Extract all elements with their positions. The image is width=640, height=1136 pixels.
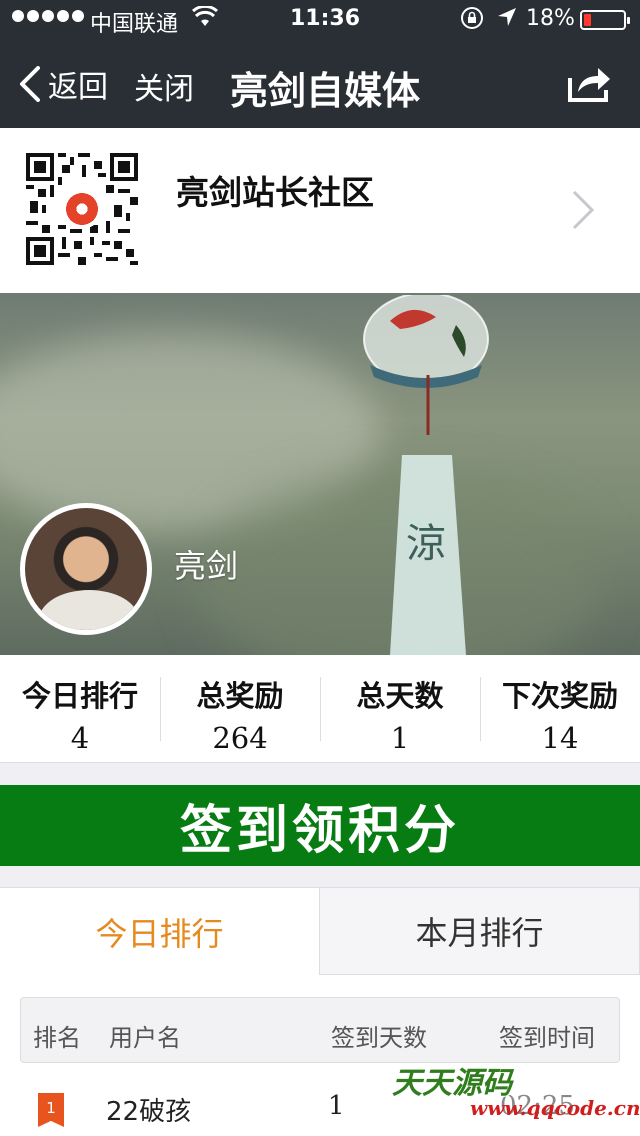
chevron-right-icon bbox=[572, 190, 595, 230]
row-days: 1 bbox=[328, 1091, 345, 1121]
wind-chime-image: 涼 bbox=[363, 295, 489, 655]
back-button[interactable]: 返回 bbox=[18, 62, 108, 106]
signal-strength-icon bbox=[12, 10, 84, 22]
location-arrow-icon bbox=[496, 6, 518, 33]
table-header: 排名 用户名 签到天数 签到时间 bbox=[20, 997, 620, 1063]
stat-total-days: 总天数 1 bbox=[320, 655, 480, 762]
page-title: 亮剑自媒体 bbox=[230, 69, 421, 113]
account-row[interactable]: 亮剑站长社区 bbox=[0, 128, 640, 293]
column-header-days: 签到天数 bbox=[331, 1024, 427, 1052]
battery-fill bbox=[584, 14, 591, 26]
column-header-rank: 排名 bbox=[33, 1024, 81, 1052]
ranking-tabs: 今日排行 本月排行 bbox=[0, 887, 640, 975]
close-button[interactable]: 关闭 bbox=[134, 64, 194, 108]
clock: 11:36 bbox=[290, 6, 361, 31]
carrier-label: 中国联通 bbox=[90, 12, 179, 37]
profile-banner: 涼 亮剑 bbox=[0, 293, 640, 655]
column-header-time: 签到时间 bbox=[499, 1024, 595, 1052]
stats-bar: 今日排行 4 总奖励 264 总天数 1 下次奖励 14 bbox=[0, 655, 640, 763]
battery-percent: 18% bbox=[526, 6, 575, 31]
stat-next-reward: 下次奖励 14 bbox=[480, 655, 640, 762]
chevron-left-icon bbox=[20, 66, 40, 102]
stat-label: 今日排行 bbox=[21, 679, 138, 713]
stat-value: 14 bbox=[541, 721, 579, 755]
stat-label: 总天数 bbox=[356, 679, 444, 713]
tab-month-rank[interactable]: 本月排行 bbox=[319, 887, 640, 975]
wifi-icon bbox=[192, 4, 218, 34]
stat-label: 下次奖励 bbox=[501, 679, 618, 713]
banner-glyph: 涼 bbox=[406, 521, 446, 567]
back-label: 返回 bbox=[48, 70, 108, 105]
tab-today-rank[interactable]: 今日排行 bbox=[0, 887, 319, 975]
account-name: 亮剑站长社区 bbox=[176, 173, 374, 212]
signin-button[interactable]: 签到领积分 bbox=[0, 785, 640, 866]
stat-value: 4 bbox=[70, 721, 90, 755]
stat-label: 总奖励 bbox=[196, 679, 284, 713]
nav-bar: 返回 关闭 亮剑自媒体 bbox=[0, 40, 640, 128]
rotation-lock-icon bbox=[460, 6, 484, 35]
watermark-url: www.qqcode.cn bbox=[470, 1096, 640, 1120]
top-bar: 中国联通 11:36 18% 返回 关闭 亮剑自媒体 bbox=[0, 0, 640, 128]
stat-value: 1 bbox=[390, 721, 410, 755]
stat-today-rank: 今日排行 4 bbox=[0, 655, 160, 762]
column-header-username: 用户名 bbox=[109, 1024, 181, 1052]
row-username: 22破孩 bbox=[106, 1097, 192, 1127]
profile-name: 亮剑 bbox=[174, 547, 239, 585]
stat-total-reward: 总奖励 264 bbox=[160, 655, 320, 762]
stat-value: 264 bbox=[212, 721, 268, 755]
qr-code-icon bbox=[26, 153, 138, 265]
share-icon[interactable] bbox=[566, 64, 612, 104]
avatar[interactable] bbox=[20, 503, 152, 635]
battery-icon bbox=[580, 10, 630, 30]
rank-flag-icon: 1 bbox=[38, 1093, 64, 1127]
status-bar: 中国联通 11:36 18% bbox=[0, 0, 640, 40]
